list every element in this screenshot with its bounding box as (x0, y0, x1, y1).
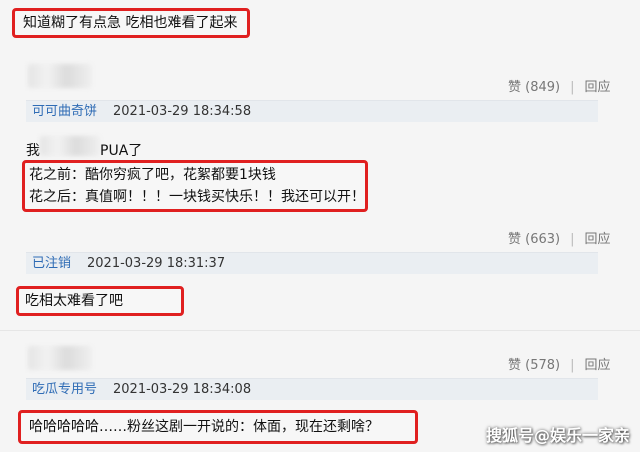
comment-prefix: 我 (26, 140, 40, 160)
comment-actions: 赞 (663) | 回应 (508, 228, 611, 247)
blurred-avatar (28, 64, 92, 88)
reply-button[interactable]: 回应 (584, 80, 610, 95)
comment-actions: 赞 (578) | 回应 (508, 354, 611, 373)
reply-button[interactable]: 回应 (584, 232, 610, 247)
comment-meta-bar: 已注销 2021-03-29 18:31:37 (26, 252, 598, 274)
like-button[interactable]: 赞 (578) (508, 358, 560, 373)
divider (0, 330, 640, 331)
comment-actions: 赞 (849) | 回应 (508, 76, 611, 95)
username-link[interactable]: 吃瓜专用号 (32, 382, 97, 397)
separator: | (570, 80, 575, 95)
comment-meta-bar: 吃瓜专用号 2021-03-29 18:34:08 (26, 378, 598, 400)
comment-highlight-box: 吃相太难看了吧 (16, 286, 184, 316)
username-link[interactable]: 可可曲奇饼 (32, 104, 97, 119)
comment-text: 知道糊了有点急 吃相也难看了起来 (23, 15, 238, 31)
comment-highlight-box: 花之前：酷你穷疯了吧，花絮都要1块钱 花之后：真值啊！！！一块钱买快乐！！我还可… (22, 160, 368, 212)
separator: | (570, 358, 575, 373)
comment-prefix-start: 我 (26, 143, 40, 159)
comment-prefix-end: PUA了 (100, 143, 143, 159)
like-button[interactable]: 赞 (663) (508, 232, 560, 247)
comment-highlight-box: 知道糊了有点急 吃相也难看了起来 (12, 8, 250, 38)
comment-text: 哈哈哈哈哈……粉丝这剧一开说的：体面，现在还剩啥？ (29, 419, 379, 435)
username-link[interactable]: 已注销 (32, 256, 71, 271)
reply-button[interactable]: 回应 (584, 358, 610, 373)
timestamp: 2021-03-29 18:34:58 (113, 104, 252, 119)
like-button[interactable]: 赞 (849) (508, 80, 560, 95)
comment-line: 花之后：真值啊！！！一块钱买快乐！！我还可以开！ (29, 189, 365, 205)
watermark: 搜狐号@娱乐一家亲 (485, 426, 630, 445)
comment-highlight-box: 哈哈哈哈哈……粉丝这剧一开说的：体面，现在还剩啥？ (18, 410, 418, 444)
comment-line: 花之前：酷你穷疯了吧，花絮都要1块钱 (29, 167, 276, 183)
blurred-text (40, 136, 100, 156)
timestamp: 2021-03-29 18:31:37 (87, 256, 226, 271)
separator: | (570, 232, 575, 247)
timestamp: 2021-03-29 18:34:08 (113, 382, 252, 397)
comment-meta-bar: 可可曲奇饼 2021-03-29 18:34:58 (26, 100, 598, 122)
blurred-avatar (28, 346, 92, 370)
comment-text: 吃相太难看了吧 (25, 293, 123, 309)
